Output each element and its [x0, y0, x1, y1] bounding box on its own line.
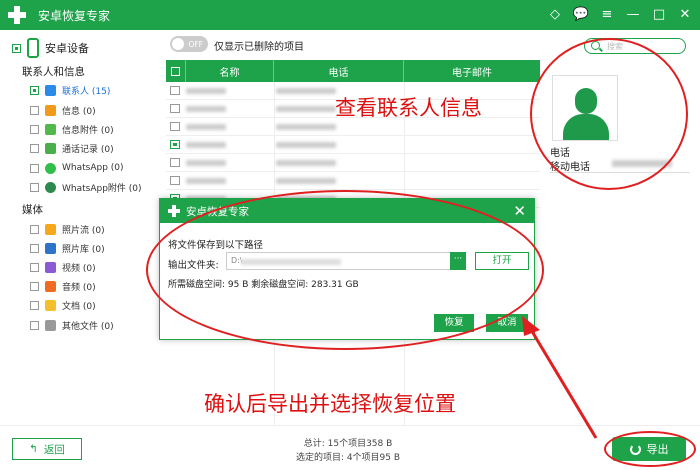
toggle-label: 仅显示已删除的项目 [214, 42, 304, 53]
device-label: 安卓设备 [45, 42, 89, 55]
phone-call-icon [45, 142, 56, 154]
sidebar-item-messages[interactable]: 信息 (0) [30, 102, 96, 118]
sidebar-item-video[interactable]: 视频 (0) [30, 259, 96, 275]
photo-library-icon [45, 242, 56, 254]
sidebar: 安卓设备 联系人和信息 联系人 (15) 信息 (0) 信息附件 (0) 通话记… [0, 30, 162, 425]
minimize-icon[interactable]: — [624, 5, 642, 23]
feedback-icon[interactable]: 💬 [572, 5, 590, 23]
header-checkbox-cell[interactable] [166, 60, 186, 82]
sidebar-item-message-attachments[interactable]: 信息附件 (0) [30, 121, 114, 137]
annotation-oval-export [604, 431, 696, 467]
header-name[interactable]: 名称 [186, 60, 274, 82]
photo-stream-icon [45, 223, 56, 235]
phone-icon [27, 38, 39, 58]
checkbox[interactable] [30, 262, 39, 272]
close-icon[interactable]: ✕ [513, 202, 526, 220]
device-checkbox[interactable] [12, 43, 21, 53]
app-logo-icon [168, 205, 180, 217]
sidebar-item-whatsapp-attachments[interactable]: WhatsApp附件 (0) [30, 179, 142, 195]
attachment-icon [45, 123, 56, 135]
table-row[interactable] [166, 136, 540, 154]
checkbox[interactable] [30, 243, 39, 253]
sidebar-item-documents[interactable]: 文档 (0) [30, 297, 96, 313]
section-media: 媒体 [22, 204, 43, 216]
file-icon [45, 319, 56, 331]
row-checkbox[interactable] [170, 140, 180, 149]
contacts-icon [45, 84, 56, 96]
annotation-oval-dialog [146, 190, 544, 350]
window-controls: ◇ 💬 ≡ — □ ✕ [546, 5, 694, 23]
sidebar-item-audio[interactable]: 音频 (0) [30, 278, 96, 294]
title-bar: 安卓恢复专家 ◇ 💬 ≡ — □ ✕ [0, 0, 700, 30]
checkbox[interactable] [30, 143, 39, 153]
app-title: 安卓恢复专家 [38, 8, 111, 23]
header-phone[interactable]: 电话 [274, 60, 404, 82]
back-button[interactable]: ↰ 返回 [12, 438, 82, 460]
table-header: 名称 电话 电子邮件 [166, 60, 540, 82]
diamond-icon[interactable]: ◇ [546, 5, 564, 23]
sidebar-item-other-files[interactable]: 其他文件 (0) [30, 317, 114, 333]
checkbox[interactable] [30, 163, 39, 173]
row-checkbox[interactable] [170, 176, 180, 185]
checkbox[interactable] [30, 182, 39, 192]
back-arrow-icon: ↰ [29, 443, 38, 455]
deleted-only-toggle[interactable]: OFF [170, 36, 208, 52]
whatsapp-attachment-icon [45, 181, 56, 193]
row-checkbox[interactable] [170, 158, 180, 167]
checkbox[interactable] [30, 85, 39, 95]
section-contacts: 联系人和信息 [22, 66, 85, 78]
table-row[interactable] [166, 172, 540, 190]
selected-items: 选定的项目: 4个项目95 B [295, 453, 401, 463]
messages-icon [45, 104, 56, 116]
menu-icon[interactable]: ≡ [598, 5, 616, 23]
checkbox[interactable] [30, 281, 39, 291]
row-checkbox[interactable] [170, 104, 180, 113]
header-email[interactable]: 电子邮件 [404, 60, 540, 82]
video-icon [45, 261, 56, 273]
sidebar-item-photo-library[interactable]: 照片库 (0) [30, 240, 105, 256]
checkbox[interactable] [30, 105, 39, 115]
select-all-checkbox[interactable] [171, 66, 180, 76]
checkbox[interactable] [30, 224, 39, 234]
checkbox[interactable] [30, 300, 39, 310]
total-items: 总计: 15个项目358 B [303, 439, 393, 449]
row-checkbox[interactable] [170, 86, 180, 95]
sidebar-item-contacts[interactable]: 联系人 (15) [30, 82, 110, 98]
checkbox[interactable] [30, 124, 39, 134]
table-row[interactable] [166, 154, 540, 172]
maximize-icon[interactable]: □ [650, 5, 668, 23]
annotation-oval-detail [530, 38, 688, 190]
sidebar-item-whatsapp[interactable]: WhatsApp (0) [30, 160, 124, 176]
footer: ↰ 返回 总计: 15个项目358 B 选定的项目: 4个项目95 B 导出 [0, 425, 700, 470]
sidebar-item-call-log[interactable]: 通话记录 (0) [30, 140, 114, 156]
sidebar-item-photo-stream[interactable]: 照片流 (0) [30, 221, 105, 237]
device-row[interactable]: 安卓设备 [12, 38, 89, 58]
close-icon[interactable]: ✕ [676, 5, 694, 23]
annotation-confirm-export: 确认后导出并选择恢复位置 [204, 392, 456, 416]
annotation-view-contacts: 查看联系人信息 [335, 96, 482, 120]
checkbox[interactable] [30, 320, 39, 330]
app-logo-icon [8, 6, 26, 24]
document-icon [45, 299, 56, 311]
audio-icon [45, 280, 56, 292]
whatsapp-icon [45, 162, 56, 174]
row-checkbox[interactable] [170, 122, 180, 131]
